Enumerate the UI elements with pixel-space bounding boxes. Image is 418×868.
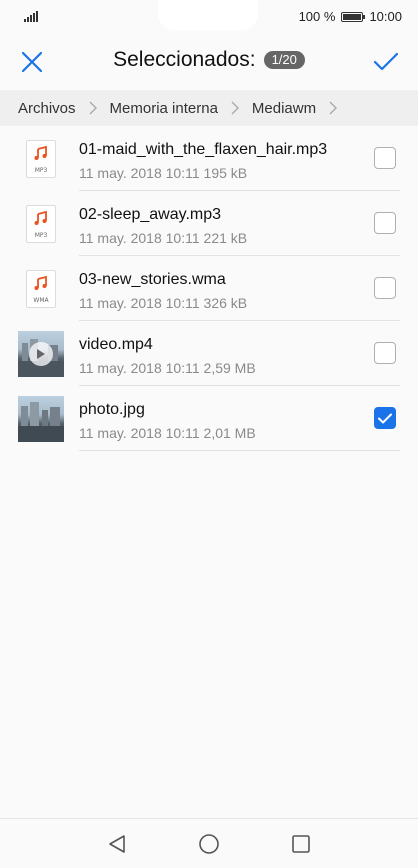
back-icon: [109, 834, 125, 853]
selection-count-badge: 1/20: [263, 51, 305, 69]
recents-icon: [292, 834, 310, 853]
photo-thumbnail: [18, 396, 64, 442]
selection-header: Seleccionados: 1/20: [0, 34, 418, 90]
file-name: 03-new_stories.wma: [79, 271, 226, 288]
select-checkbox[interactable]: [374, 342, 396, 364]
select-checkbox[interactable]: [374, 212, 396, 234]
list-item[interactable]: MP3 02-sleep_away.mp3 11 may. 2018 10:11…: [0, 191, 418, 256]
back-button[interactable]: [103, 830, 131, 858]
file-meta: 11 may. 2018 10:11 2,59 MB: [79, 360, 256, 376]
file-type-label: MP3: [34, 167, 48, 174]
file-meta: 11 may. 2018 10:11 221 kB: [79, 230, 248, 246]
check-icon: [373, 52, 399, 71]
select-checkbox[interactable]: [374, 147, 396, 169]
display-notch: [158, 0, 258, 30]
breadcrumb-item-memoria-interna[interactable]: Memoria interna: [110, 100, 218, 117]
signal-strength-icon: [24, 11, 38, 22]
file-name: 01-maid_with_the_flaxen_hair.mp3: [79, 141, 328, 158]
recents-button[interactable]: [287, 830, 315, 858]
battery-icon: [341, 11, 366, 22]
file-name: photo.jpg: [79, 401, 145, 418]
breadcrumb: Archivos Memoria interna Mediawm: [0, 90, 418, 126]
clock: 10:00: [369, 9, 402, 24]
file-text: 03-new_stories.wma 11 may. 2018 10:11 32…: [79, 270, 247, 312]
breadcrumb-item-mediawm[interactable]: Mediawm: [252, 100, 316, 117]
status-bar: 100 % 10:00: [0, 0, 418, 34]
home-icon: [199, 833, 219, 854]
chevron-right-icon: [322, 101, 344, 115]
file-text: photo.jpg 11 may. 2018 10:11 2,01 MB: [79, 400, 256, 442]
checkmark-icon: [378, 413, 392, 423]
file-text: 02-sleep_away.mp3 11 may. 2018 10:11 221…: [79, 205, 247, 247]
file-name: video.mp4: [79, 336, 153, 353]
chevron-right-icon: [82, 101, 104, 115]
page-title: Seleccionados:: [113, 48, 256, 71]
music-file-icon: WMA: [18, 266, 64, 312]
file-meta: 11 may. 2018 10:11 2,01 MB: [79, 425, 256, 441]
title-wrap: Seleccionados: 1/20: [0, 48, 418, 72]
file-text: 01-maid_with_the_flaxen_hair.mp3 11 may.…: [79, 140, 327, 182]
list-item[interactable]: WMA 03-new_stories.wma 11 may. 2018 10:1…: [0, 256, 418, 321]
file-type-label: MP3: [34, 232, 48, 239]
divider: [79, 450, 400, 451]
confirm-button[interactable]: [366, 42, 406, 82]
file-text: video.mp4 11 may. 2018 10:11 2,59 MB: [79, 335, 256, 377]
file-meta: 11 may. 2018 10:11 195 kB: [79, 165, 248, 181]
file-meta: 11 may. 2018 10:11 326 kB: [79, 295, 248, 311]
list-item[interactable]: photo.jpg 11 may. 2018 10:11 2,01 MB: [0, 386, 418, 451]
status-right: 100 % 10:00: [299, 9, 402, 24]
battery-percentage: 100 %: [298, 9, 336, 24]
file-list: MP3 01-maid_with_the_flaxen_hair.mp3 11 …: [0, 126, 418, 451]
select-checkbox-checked[interactable]: [374, 407, 396, 429]
list-item[interactable]: MP3 01-maid_with_the_flaxen_hair.mp3 11 …: [0, 126, 418, 191]
select-checkbox[interactable]: [374, 277, 396, 299]
play-icon: [29, 342, 53, 366]
home-button[interactable]: [195, 830, 223, 858]
file-name: 02-sleep_away.mp3: [79, 206, 222, 223]
video-thumbnail: [18, 331, 64, 377]
breadcrumb-item-archivos[interactable]: Archivos: [18, 100, 76, 117]
file-type-label: WMA: [33, 297, 49, 304]
music-file-icon: MP3: [18, 136, 64, 182]
navigation-bar: [0, 818, 418, 868]
music-file-icon: MP3: [18, 201, 64, 247]
list-item[interactable]: video.mp4 11 may. 2018 10:11 2,59 MB: [0, 321, 418, 386]
chevron-right-icon: [224, 101, 246, 115]
